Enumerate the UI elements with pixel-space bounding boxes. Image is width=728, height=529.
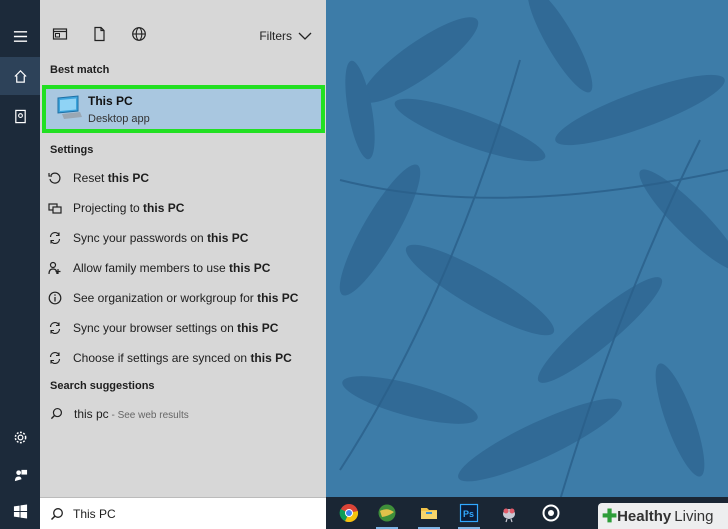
folder-icon: [421, 508, 437, 519]
home-icon: [13, 69, 27, 83]
settings-item-label: See organization or workgroup for this P…: [73, 291, 299, 305]
search-icon: [50, 508, 63, 521]
project-icon: [48, 203, 62, 214]
taskbar-app-green[interactable]: [372, 501, 402, 529]
settings-item-label: Allow family members to use this PC: [73, 261, 271, 275]
watermark-word-2: Living: [674, 507, 714, 525]
document-icon[interactable]: [91, 26, 107, 42]
sync-icon: [49, 321, 61, 335]
bug-app-icon: [503, 508, 515, 523]
settings-item-label: Projecting to this PC: [73, 201, 185, 215]
globe-app-icon: [378, 504, 396, 522]
taskbar-app-target[interactable]: [536, 501, 566, 525]
web-suggestion[interactable]: this pc - See web results: [40, 400, 326, 428]
taskbar-app-bug[interactable]: [494, 501, 524, 525]
hamburger-menu-button[interactable]: [0, 17, 40, 55]
taskbar-photoshop[interactable]: Ps: [454, 501, 484, 529]
feedback-button[interactable]: [0, 456, 40, 494]
start-rail: [0, 0, 40, 529]
settings-item-label: Reset this PC: [73, 171, 150, 185]
feedback-icon: [14, 469, 27, 481]
settings-button[interactable]: [0, 418, 40, 456]
settings-item-family[interactable]: Allow family members to use this PC: [40, 254, 326, 282]
family-icon: [48, 261, 61, 275]
web-icon[interactable]: [131, 26, 147, 42]
search-scope-bar: Filters: [40, 16, 326, 56]
suggestion-text: this pc - See web results: [74, 407, 189, 421]
best-match-subtitle: Desktop app: [88, 113, 150, 125]
best-match-heading: Best match: [50, 64, 110, 76]
search-box[interactable]: This PC: [40, 497, 326, 529]
watermark-word-1: Healthy: [617, 507, 672, 525]
sync-icon: [49, 351, 61, 365]
info-icon: [48, 291, 62, 305]
filters-label: Filters: [259, 29, 292, 43]
home-button[interactable]: [0, 57, 40, 95]
settings-item-sync-browser[interactable]: Sync your browser settings on this PC: [40, 314, 326, 342]
watermark-logo: ✚ Healthy Living: [598, 503, 728, 529]
reset-icon: [48, 172, 61, 184]
search-results-panel: Filters Best match This PC Desktop app S…: [40, 0, 326, 497]
settings-item-projecting[interactable]: Projecting to this PC: [40, 194, 326, 222]
gear-icon: [14, 431, 26, 443]
settings-item-label: Choose if settings are synced on this PC: [73, 351, 292, 365]
best-match-result[interactable]: This PC Desktop app: [42, 85, 325, 133]
best-match-title: This PC: [88, 94, 133, 108]
settings-item-choose-sync[interactable]: Choose if settings are synced on this PC: [40, 344, 326, 372]
target-icon: [542, 504, 560, 522]
suggestion-hint: - See web results: [108, 410, 189, 421]
photoshop-icon: Ps: [459, 503, 479, 523]
notebook-button[interactable]: [0, 97, 40, 135]
settings-item-label: Sync your browser settings on this PC: [73, 321, 279, 335]
settings-heading: Settings: [50, 144, 94, 156]
search-suggestions-heading: Search suggestions: [50, 380, 155, 392]
notebook-icon: [14, 109, 26, 123]
chevron-down-icon: [298, 32, 312, 40]
settings-item-label: Sync your passwords on this PC: [73, 231, 249, 245]
apps-icon[interactable]: [52, 26, 68, 42]
this-pc-icon: [57, 95, 82, 119]
hamburger-icon: [13, 30, 27, 42]
settings-item-organization[interactable]: See organization or workgroup for this P…: [40, 284, 326, 312]
windows-start-button[interactable]: [0, 492, 40, 529]
plus-icon: ✚: [602, 506, 618, 526]
chrome-icon: [339, 504, 359, 523]
settings-item-reset[interactable]: Reset this PC: [40, 164, 326, 192]
svg-text:Ps: Ps: [463, 509, 474, 519]
windows-logo-icon: [13, 503, 27, 519]
settings-item-sync-passwords[interactable]: Sync your passwords on this PC: [40, 224, 326, 252]
filters-dropdown[interactable]: Filters: [259, 29, 312, 43]
taskbar-chrome[interactable]: [334, 501, 364, 525]
search-icon: [50, 407, 63, 420]
search-input[interactable]: This PC: [73, 507, 116, 521]
taskbar-file-explorer[interactable]: [414, 501, 444, 529]
sync-icon: [49, 231, 61, 245]
